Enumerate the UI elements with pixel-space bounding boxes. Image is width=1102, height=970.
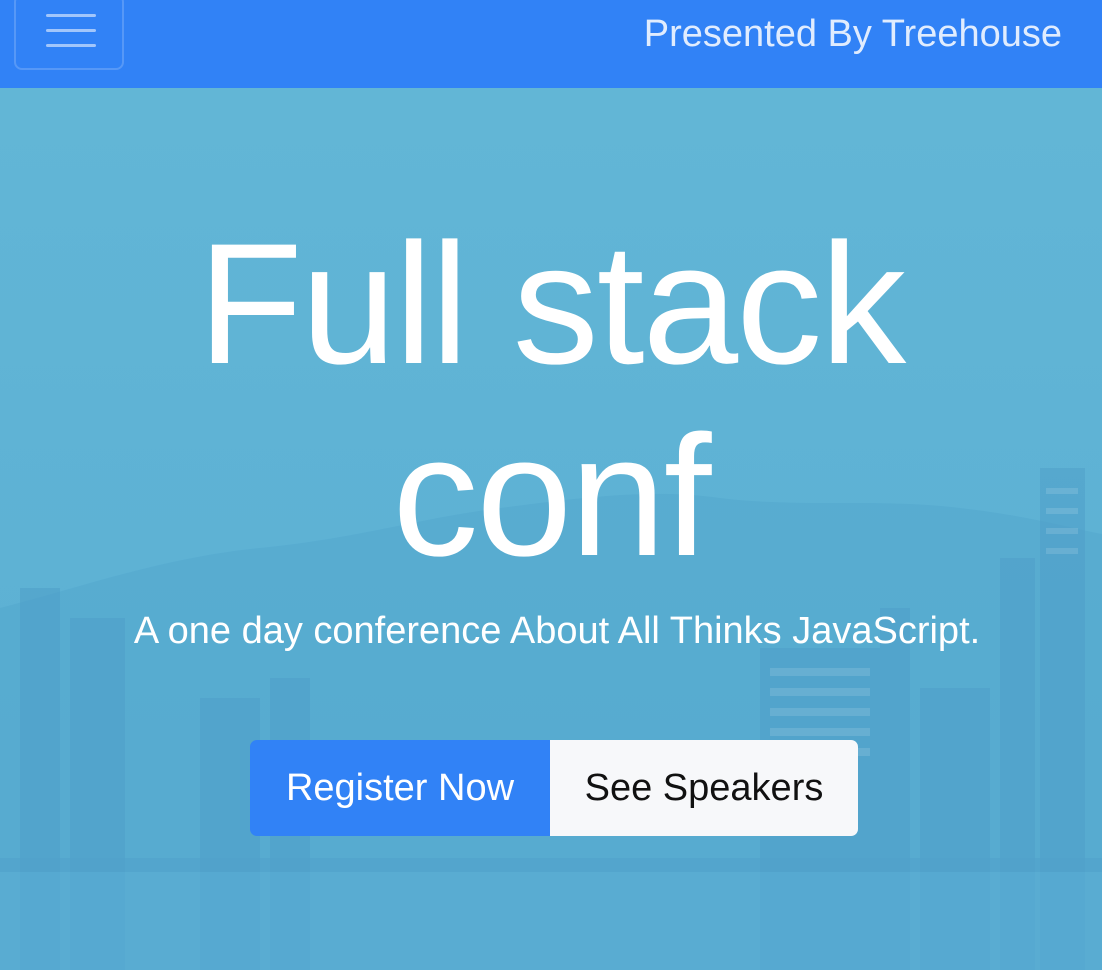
hero-button-group: Register Now See Speakers bbox=[250, 740, 858, 836]
navbar-toggler-button[interactable] bbox=[14, 0, 124, 70]
hero-section: Full stack conf A one day conference Abo… bbox=[0, 88, 1102, 970]
navbar-brand[interactable]: Presented By Treehouse bbox=[644, 12, 1062, 56]
hamburger-menu-icon bbox=[46, 14, 96, 50]
see-speakers-button[interactable]: See Speakers bbox=[550, 740, 858, 836]
navbar: Presented By Treehouse bbox=[0, 0, 1102, 88]
hero-title: Full stack conf bbox=[0, 208, 1102, 592]
register-now-button[interactable]: Register Now bbox=[250, 740, 550, 836]
hero-title-line-2: conf bbox=[392, 400, 711, 592]
page: Presented By Treehouse Full stack conf A… bbox=[0, 0, 1102, 970]
hero-title-line-1: Full stack bbox=[197, 208, 906, 400]
hero-tagline: A one day conference About All Thinks Ja… bbox=[133, 610, 981, 652]
